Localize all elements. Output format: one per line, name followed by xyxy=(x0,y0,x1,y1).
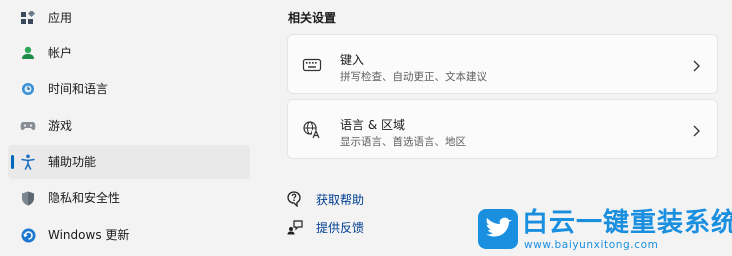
sidebar-item-label: 游戏 xyxy=(48,119,73,133)
sidebar-item-accounts[interactable]: 帐户 xyxy=(8,36,250,70)
apps-icon xyxy=(20,10,36,26)
sidebar-item-label: Windows 更新 xyxy=(48,228,130,242)
accessibility-icon xyxy=(20,154,36,170)
give-feedback-link[interactable]: 提供反馈 xyxy=(287,217,364,237)
sidebar-item-label: 隐私和安全性 xyxy=(48,191,121,205)
card-title: 语言 & 区域 xyxy=(340,118,405,132)
keyboard-icon xyxy=(302,55,322,75)
card-subtitle: 拼写检查、自动更正、文本建议 xyxy=(340,71,487,83)
sidebar: 应用 帐户 时间和语言 游戏 辅助功能 隐私和安全性 Windows 更新 xyxy=(0,0,260,256)
privacy-shield-icon xyxy=(20,190,36,206)
sidebar-item-label: 辅助功能 xyxy=(48,155,97,169)
time-language-icon xyxy=(20,81,36,97)
sidebar-item-apps[interactable]: 应用 xyxy=(8,1,250,35)
windows-update-icon xyxy=(20,227,36,243)
section-title: 相关设置 xyxy=(288,11,337,25)
watermark-url: www.baiyunxitong.com xyxy=(524,239,659,251)
sidebar-item-time-language[interactable]: 时间和语言 xyxy=(8,72,250,106)
chevron-right-icon xyxy=(691,58,701,72)
watermark-brand: 白云一键重装系统 xyxy=(522,208,732,238)
get-help-label[interactable]: 获取帮助 xyxy=(316,191,364,208)
watermark: 白云一键重装系统 www.baiyunxitong.com xyxy=(478,207,732,253)
help-icon xyxy=(287,191,303,208)
sidebar-item-privacy-security[interactable]: 隐私和安全性 xyxy=(8,181,250,215)
give-feedback-label[interactable]: 提供反馈 xyxy=(316,219,364,236)
selection-indicator xyxy=(11,155,14,169)
get-help-link[interactable]: 获取帮助 xyxy=(287,189,364,209)
feedback-icon xyxy=(287,219,303,235)
gaming-icon xyxy=(20,118,36,134)
sidebar-item-label: 帐户 xyxy=(48,46,73,60)
language-region-card[interactable]: 语言 & 区域 显示语言、首选语言、地区 xyxy=(287,99,718,159)
sidebar-item-accessibility[interactable]: 辅助功能 xyxy=(8,145,250,179)
typing-settings-card[interactable]: 键入 拼写检查、自动更正、文本建议 xyxy=(287,34,718,94)
account-icon xyxy=(20,45,36,61)
sidebar-item-gaming[interactable]: 游戏 xyxy=(8,109,250,143)
chevron-right-icon xyxy=(691,123,701,137)
bird-logo-icon xyxy=(478,209,518,249)
sidebar-item-windows-update[interactable]: Windows 更新 xyxy=(8,218,250,252)
language-region-icon xyxy=(302,120,322,140)
card-subtitle: 显示语言、首选语言、地区 xyxy=(340,136,466,148)
card-title: 键入 xyxy=(340,53,365,67)
sidebar-item-label: 应用 xyxy=(48,11,73,25)
sidebar-item-label: 时间和语言 xyxy=(48,82,109,96)
